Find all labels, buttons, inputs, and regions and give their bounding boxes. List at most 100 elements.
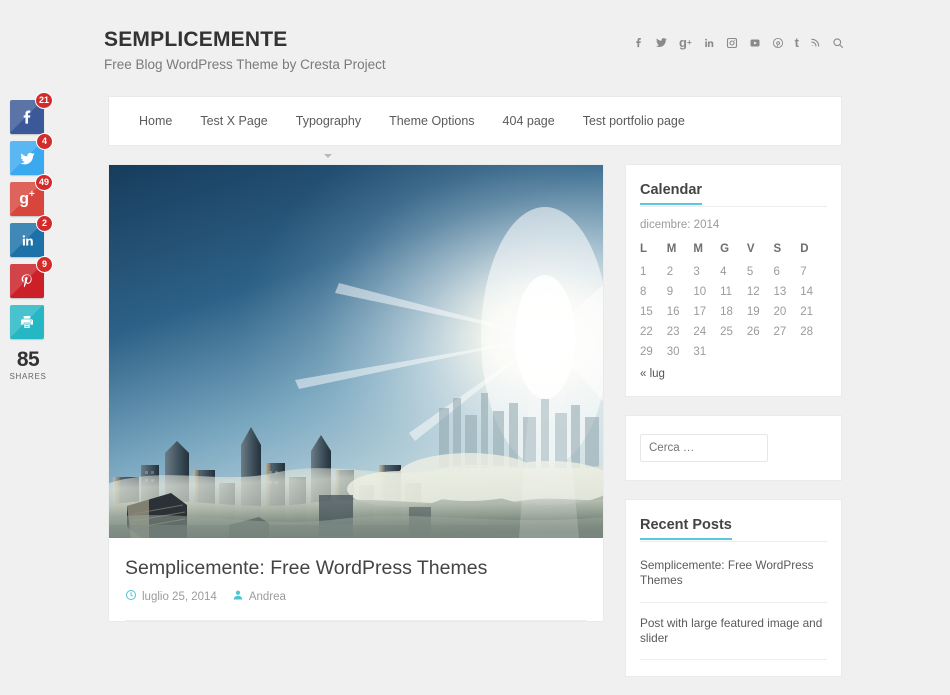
post-title[interactable]: Semplicemente: Free WordPress Themes: [125, 556, 587, 580]
share-button-facebook[interactable]: 21: [10, 92, 53, 134]
list-item[interactable]: Semplicemente: Free WordPress Themes: [640, 554, 827, 603]
google-plus-icon[interactable]: g +: [679, 36, 692, 49]
post-date: luglio 25, 2014: [125, 589, 217, 604]
calendar-day: 5: [746, 266, 754, 278]
post-author-text: Andrea: [248, 590, 286, 603]
share-count-badge: 49: [34, 174, 53, 191]
calendar-day: [747, 342, 774, 362]
facebook-icon[interactable]: [633, 36, 644, 49]
share-count-number: 85: [16, 348, 40, 371]
pinterest-icon: [19, 273, 35, 289]
share-button-twitter[interactable]: 4: [10, 133, 53, 175]
user-icon: [232, 589, 244, 604]
widget-divider: [640, 206, 827, 207]
calendar-day: 24: [693, 326, 707, 338]
calendar-day: 8: [640, 286, 647, 298]
widget-title-recent-posts: Recent Posts: [640, 517, 732, 540]
share-button-pinterest[interactable]: 9: [10, 256, 53, 298]
post-featured-image[interactable]: [109, 165, 603, 538]
clock-icon: [125, 589, 137, 604]
twitter-icon: [19, 150, 36, 167]
calendar-day: 22: [640, 326, 653, 338]
recent-posts-list: Semplicemente: Free WordPress Themes Pos…: [640, 554, 827, 661]
sidebar: Calendar dicembre: 2014 L M M G V S D 1 …: [625, 164, 842, 695]
instagram-icon[interactable]: [726, 37, 738, 49]
calendar-week-row: 15 16 17 18 19 20 21: [640, 302, 827, 322]
widget-recent-posts: Recent Posts Semplicemente: Free WordPre…: [625, 499, 842, 678]
calendar-day: 9: [666, 286, 674, 298]
list-item[interactable]: Post with large featured image and slide…: [640, 603, 827, 661]
widget-divider: [640, 541, 827, 542]
calendar-day: 13: [773, 286, 787, 298]
nav-label: 404 page: [502, 114, 555, 128]
nav-item-test-x-page[interactable]: Test X Page: [186, 97, 281, 145]
chevron-down-icon: [324, 154, 333, 158]
share-count-badge: 9: [36, 256, 53, 273]
calendar-day: [774, 342, 801, 362]
tumblr-icon[interactable]: t: [795, 36, 799, 49]
calendar-day: 18: [720, 306, 733, 318]
calendar-day: 15: [640, 306, 653, 318]
calendar-day-header: M: [693, 243, 703, 255]
calendar-caption: dicembre: 2014: [640, 219, 720, 231]
rss-icon[interactable]: [810, 37, 821, 48]
calendar-day: 4: [720, 266, 727, 278]
calendar-day-header: D: [800, 243, 809, 255]
calendar-day: 30: [666, 346, 680, 358]
calendar-day: 25: [720, 326, 733, 338]
search-icon[interactable]: [832, 37, 844, 49]
calendar-prev-month-link[interactable]: « lug: [640, 368, 827, 380]
calendar-day: 6: [773, 266, 780, 278]
calendar-header-row: L M M G V S D: [640, 240, 827, 262]
calendar-day-header: M: [666, 243, 677, 255]
calendar-day: 29: [640, 346, 653, 358]
linkedin-icon[interactable]: [703, 37, 715, 49]
nav-item-404-page[interactable]: 404 page: [489, 97, 569, 145]
youtube-icon[interactable]: [749, 37, 761, 49]
main-navigation: Home Test X Page Typography Theme Option…: [108, 96, 842, 158]
nav-label: Test portfolio page: [582, 114, 685, 128]
post-date-text: luglio 25, 2014: [142, 590, 217, 603]
cityscape-above-fog-illustration: [109, 165, 603, 538]
calendar-day: 19: [746, 306, 760, 318]
calendar-day-header: S: [773, 243, 782, 255]
calendar-day: 11: [720, 286, 733, 298]
nav-item-home[interactable]: Home: [125, 97, 186, 145]
post-body: Semplicemente: Free WordPress Themes lug…: [109, 538, 603, 622]
widget-calendar: Calendar dicembre: 2014 L M M G V S D 1 …: [625, 164, 842, 397]
print-icon: [19, 314, 35, 330]
calendar-day: 3: [693, 266, 700, 278]
calendar-day: 26: [746, 326, 760, 338]
nav-label: Typography: [295, 114, 362, 128]
share-count-badge: 21: [34, 92, 53, 109]
nav-label: Home: [139, 114, 173, 128]
share-button-linkedin[interactable]: 2: [10, 215, 53, 257]
site-tagline: Free Blog WordPress Theme by Cresta Proj…: [104, 57, 386, 73]
page-root: 21 4 g+ 49 2 9 85 SHARES SEMPLICEMENTE F…: [0, 0, 950, 678]
share-button-print[interactable]: [10, 305, 44, 339]
post-author: Andrea: [232, 589, 286, 604]
calendar-week-row: 8 9 10 11 12 13 14: [640, 282, 827, 302]
nav-item-test-portfolio-page[interactable]: Test portfolio page: [569, 97, 699, 145]
nav-label: Test X Page: [200, 114, 268, 128]
google-plus-icon: g+: [19, 189, 35, 208]
twitter-icon[interactable]: [655, 36, 668, 49]
nav-label: Theme Options: [389, 114, 475, 128]
calendar-day: [800, 342, 827, 362]
nav-item-theme-options[interactable]: Theme Options: [375, 97, 488, 145]
calendar-day: 23: [666, 326, 680, 338]
share-button-googleplus[interactable]: g+ 49: [10, 174, 53, 216]
search-input[interactable]: [640, 434, 768, 462]
pinterest-icon[interactable]: [772, 37, 784, 49]
calendar-day-header: V: [746, 243, 755, 255]
calendar-day: 14: [800, 286, 814, 298]
calendar-day: 12: [746, 286, 760, 298]
calendar-day: 17: [693, 306, 707, 318]
facebook-icon: [19, 109, 35, 125]
calendar-week-row: 1 2 3 4 5 6 7: [640, 262, 827, 282]
share-count-badge: 2: [36, 215, 53, 232]
calendar-day: 31: [693, 346, 707, 358]
calendar-day: 1: [640, 266, 647, 278]
calendar-day: 28: [800, 326, 814, 338]
nav-item-typography[interactable]: Typography: [282, 97, 375, 158]
